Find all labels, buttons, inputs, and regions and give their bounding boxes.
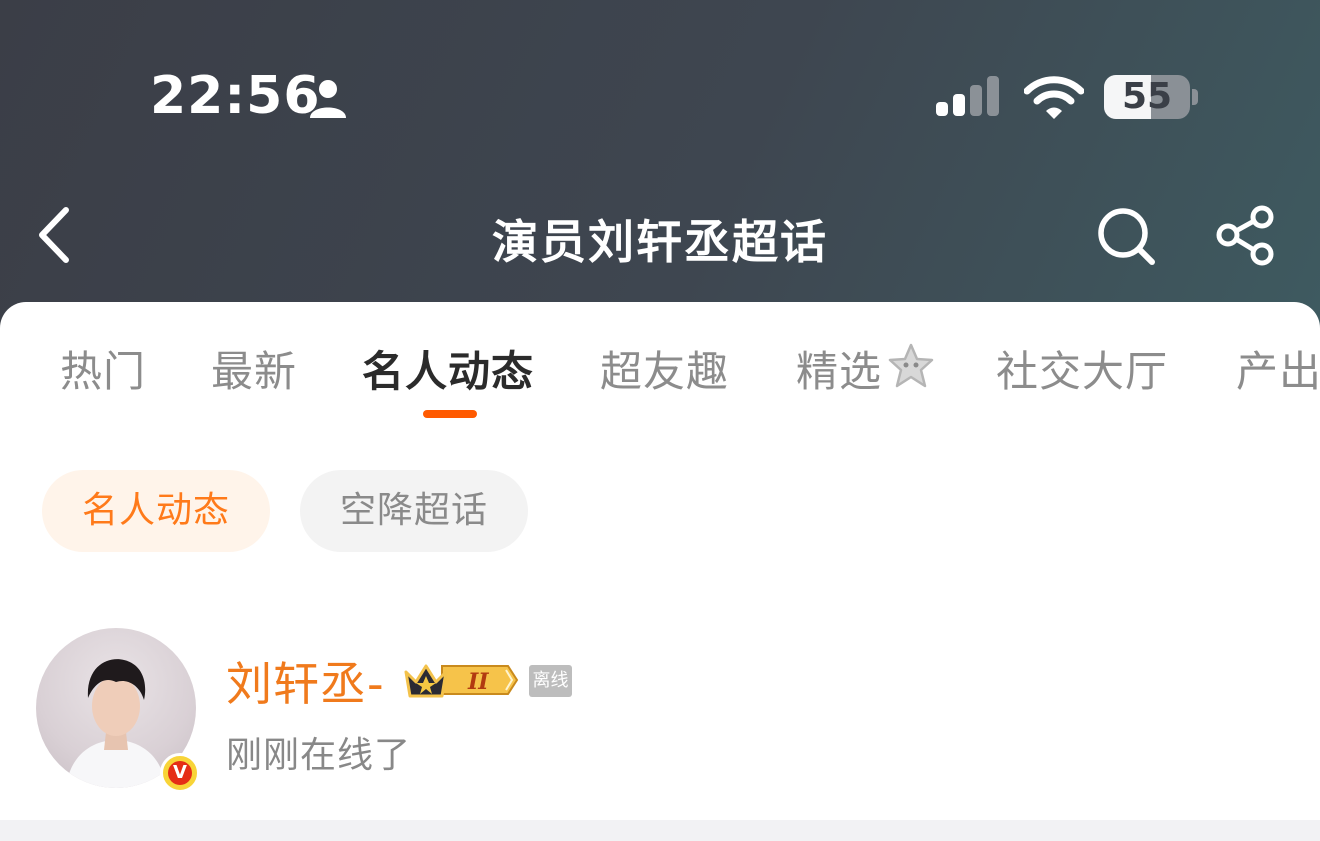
level-badge-text: II: [467, 669, 489, 695]
person-icon: [310, 80, 346, 118]
share-icon[interactable]: [1214, 204, 1278, 268]
battery-icon: 55: [1104, 75, 1190, 119]
status-time: 22:56: [150, 66, 321, 126]
star-icon: [888, 343, 934, 388]
cellular-signal-icon: [936, 76, 999, 116]
tab-latest[interactable]: 最新: [211, 338, 297, 399]
tab-celebrity-updates[interactable]: 名人动态: [362, 338, 534, 399]
tab-social-hall[interactable]: 社交大厅: [996, 338, 1168, 399]
tab-hot[interactable]: 热门: [60, 338, 146, 399]
verified-mark: V: [168, 761, 192, 785]
user-name[interactable]: 刘轩丞-: [226, 648, 385, 714]
active-tab-indicator: [423, 410, 477, 418]
chip-celebrity-updates[interactable]: 名人动态: [42, 470, 270, 552]
offline-tag: 离线: [529, 665, 572, 697]
top-header: 22:56 55 演员刘轩丞超话: [0, 0, 1320, 330]
tab-featured[interactable]: 精选: [796, 338, 882, 399]
tab-super-fun[interactable]: 超友趣: [600, 338, 729, 399]
search-icon[interactable]: [1094, 204, 1158, 268]
verified-badge-icon: V: [160, 753, 200, 793]
page-title: 演员刘轩丞超话: [492, 215, 828, 269]
tab-output[interactable]: 产出: [1236, 338, 1320, 399]
chip-airdrop-topic[interactable]: 空降超话: [300, 470, 528, 552]
tab-bar: 热门 最新 名人动态 超友趣 精选 社交大厅 产出: [0, 302, 1320, 422]
back-icon[interactable]: [30, 200, 80, 270]
battery-level: 55: [1121, 76, 1173, 117]
user-status: 刚刚在线了: [226, 735, 412, 776]
wifi-icon: [1024, 76, 1084, 119]
crown-badge-icon: II: [404, 664, 519, 698]
content-panel: 热门 最新 名人动态 超友趣 精选 社交大厅 产出 名人动态 空降超话 V 刘轩…: [0, 302, 1320, 841]
divider-band: [0, 820, 1320, 841]
battery-nub: [1192, 89, 1198, 105]
